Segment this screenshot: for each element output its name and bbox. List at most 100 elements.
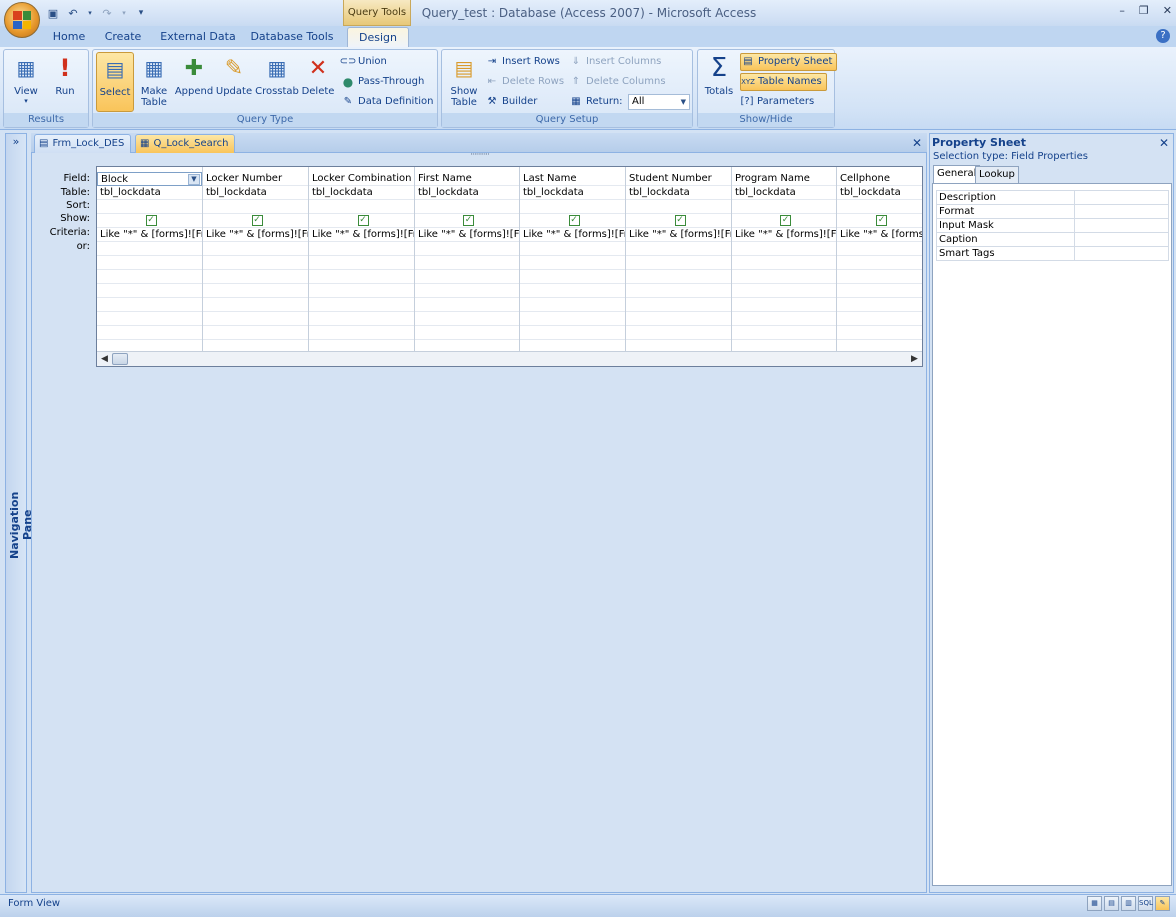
scroll-left-icon[interactable]: ◀ xyxy=(101,354,108,364)
or-cell[interactable] xyxy=(203,242,308,256)
delete-rows-button[interactable]: ⇤ Delete Rows xyxy=(485,73,564,91)
field-cell[interactable]: First Name xyxy=(415,172,519,186)
table-cell[interactable]: tbl_lockdata xyxy=(97,186,202,200)
redo-dropdown-icon[interactable]: ▾ xyxy=(120,6,128,20)
view-button[interactable]: ▦ View ▾ xyxy=(8,52,44,105)
tab-home[interactable]: Home xyxy=(49,27,89,48)
criteria-cell[interactable]: Like "*" & [forms]![Frm xyxy=(203,228,308,242)
make-table-button[interactable]: ▦ Make Table xyxy=(137,52,171,108)
sort-cell[interactable] xyxy=(520,200,625,214)
close-property-sheet-icon[interactable]: ✕ xyxy=(1159,136,1169,150)
insert-columns-button[interactable]: ⇓ Insert Columns xyxy=(569,53,662,71)
insert-rows-button[interactable]: ⇥ Insert Rows xyxy=(485,53,560,71)
tab-create[interactable]: Create xyxy=(101,27,145,48)
show-checkbox[interactable]: ✓ xyxy=(780,215,791,226)
union-button[interactable]: ⊂⊃ Union xyxy=(340,53,387,71)
office-button[interactable] xyxy=(4,2,40,38)
property-value[interactable] xyxy=(1075,233,1168,246)
design-view-icon[interactable]: ✎ xyxy=(1155,896,1170,911)
delete-query-button[interactable]: ✕ Delete xyxy=(300,52,336,98)
criteria-cell[interactable]: Like "*" & [forms]![ xyxy=(837,228,922,242)
table-cell[interactable]: tbl_lockdata xyxy=(732,186,836,200)
pane-splitter-handle[interactable]: '''''''''' xyxy=(463,153,497,160)
sort-cell[interactable] xyxy=(837,200,922,214)
table-cell[interactable]: tbl_lockdata xyxy=(203,186,308,200)
delete-columns-button[interactable]: ⇑ Delete Columns xyxy=(569,73,666,91)
datasheet-view-icon[interactable]: ▦ xyxy=(1087,896,1102,911)
doc-tab-frm-lock-des[interactable]: ▤ Frm_Lock_DES xyxy=(34,134,132,153)
or-cell[interactable] xyxy=(415,242,519,256)
tab-external-data[interactable]: External Data xyxy=(159,27,237,48)
show-table-button[interactable]: ▤ Show Table xyxy=(446,52,482,108)
criteria-cell[interactable]: Like "*" & [forms]![Frm xyxy=(732,228,836,242)
or-cell[interactable] xyxy=(732,242,836,256)
or-cell[interactable] xyxy=(520,242,625,256)
return-select[interactable]: All ▼ xyxy=(628,94,690,110)
builder-button[interactable]: ⚒ Builder xyxy=(485,93,538,111)
tab-database-tools[interactable]: Database Tools xyxy=(249,27,335,48)
parameters-button[interactable]: [?] Parameters xyxy=(740,93,814,111)
table-cell[interactable]: tbl_lockdata xyxy=(309,186,414,200)
show-checkbox[interactable]: ✓ xyxy=(568,215,580,226)
totals-button[interactable]: Σ Totals xyxy=(701,52,737,97)
property-value[interactable] xyxy=(1075,219,1168,232)
field-cell[interactable]: Block ▼ xyxy=(97,172,202,186)
criteria-cell[interactable]: Like "*" & [forms]![Frm xyxy=(626,228,731,242)
close-button[interactable]: ✕ xyxy=(1163,4,1172,17)
show-checkbox[interactable]: ✓ xyxy=(463,215,474,226)
or-cell[interactable] xyxy=(309,242,414,256)
sort-cell[interactable] xyxy=(415,200,519,214)
property-row[interactable]: Format xyxy=(937,205,1168,219)
criteria-cell[interactable]: Like "*" & [forms]![Frm xyxy=(309,228,414,242)
minimize-button[interactable]: – xyxy=(1119,4,1125,17)
grid-horizontal-scrollbar[interactable] xyxy=(97,351,922,366)
criteria-cell[interactable]: Like "*" & [forms]![Frm xyxy=(520,228,625,242)
pivottable-view-icon[interactable]: ▤ xyxy=(1104,896,1119,911)
chevron-down-icon[interactable]: ▼ xyxy=(188,174,200,185)
criteria-cell[interactable]: Like "*" & [forms]![Frm xyxy=(97,228,202,242)
pivotchart-view-icon[interactable]: ▥ xyxy=(1121,896,1136,911)
help-icon[interactable]: ? xyxy=(1156,29,1170,43)
show-checkbox[interactable]: ✓ xyxy=(876,215,887,226)
close-document-icon[interactable]: ✕ xyxy=(912,136,922,150)
or-cell[interactable] xyxy=(626,242,731,256)
append-button[interactable]: ✚ Append xyxy=(173,52,215,98)
redo-icon[interactable]: ↷ xyxy=(100,6,114,20)
field-cell[interactable]: Student Number xyxy=(626,172,731,186)
nav-pane-toggle[interactable]: » xyxy=(5,135,27,151)
save-icon[interactable]: ▣ xyxy=(46,6,60,20)
scroll-right-icon[interactable]: ▶ xyxy=(911,354,918,364)
customize-qat-icon[interactable]: ▾ xyxy=(134,6,148,20)
or-cell[interactable] xyxy=(837,242,922,256)
table-cell[interactable]: tbl_lockdata xyxy=(520,186,625,200)
field-cell[interactable]: Locker Combination xyxy=(309,172,414,186)
sort-cell[interactable] xyxy=(732,200,836,214)
property-row[interactable]: Description xyxy=(937,191,1168,205)
tab-general[interactable]: General xyxy=(933,165,981,183)
show-checkbox[interactable]: ✓ xyxy=(357,215,369,226)
property-row[interactable]: Caption xyxy=(937,233,1168,247)
select-query-button[interactable]: ▤ Select xyxy=(96,52,134,112)
property-value[interactable] xyxy=(1075,247,1168,260)
property-value[interactable] xyxy=(1075,191,1168,204)
pass-through-button[interactable]: ● Pass-Through xyxy=(341,73,425,91)
sql-view-icon[interactable]: SQL xyxy=(1138,896,1153,911)
property-value[interactable] xyxy=(1075,205,1168,218)
field-cell[interactable]: Locker Number xyxy=(203,172,308,186)
field-cell[interactable]: Cellphone xyxy=(837,172,922,186)
data-definition-button[interactable]: ✎ Data Definition xyxy=(341,93,434,111)
table-cell[interactable]: tbl_lockdata xyxy=(837,186,922,200)
scrollbar-thumb[interactable] xyxy=(112,353,128,365)
sort-cell[interactable] xyxy=(203,200,308,214)
show-checkbox[interactable]: ✓ xyxy=(674,215,686,226)
update-button[interactable]: ✎ Update xyxy=(215,52,253,98)
show-checkbox[interactable]: ✓ xyxy=(251,215,263,226)
show-checkbox[interactable]: ✓ xyxy=(145,215,157,226)
sort-cell[interactable] xyxy=(309,200,414,214)
query-design-grid[interactable]: Block ▼ tbl_lockdata ✓ Like "*" & [forms]… xyxy=(96,166,923,367)
table-cell[interactable]: tbl_lockdata xyxy=(415,186,519,200)
field-cell[interactable]: Program Name xyxy=(732,172,836,186)
crosstab-button[interactable]: ▦ Crosstab xyxy=(255,52,299,97)
tab-design[interactable]: Design xyxy=(347,27,409,48)
doc-tab-q-lock-search[interactable]: ▦ Q_Lock_Search xyxy=(135,134,236,153)
